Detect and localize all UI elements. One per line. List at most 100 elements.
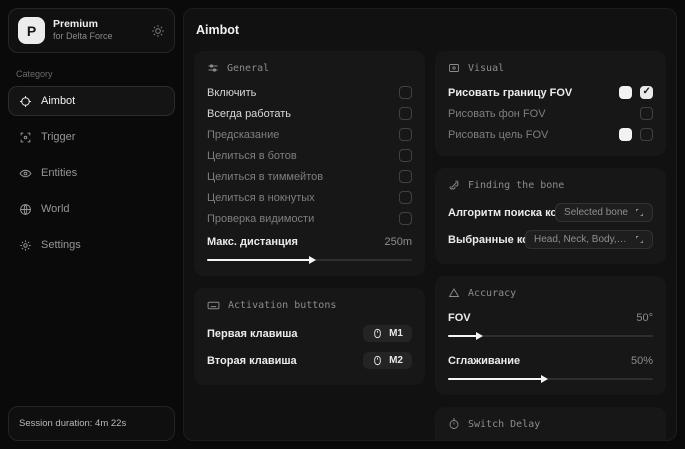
sidebar-item-world[interactable]: World [8,194,175,224]
mouse-icon [372,355,383,366]
slider-label: Макс. дистанция [207,236,298,248]
fov-border-color-swatch[interactable] [619,86,632,99]
card-switch-delay: Switch Delay Задержка переключения Задер… [435,407,666,441]
keybind-label: Первая клавиша [207,328,298,340]
slider-label: Сглаживание [448,355,520,367]
toggle-label: Целиться в тиммейтов [207,171,323,183]
left-column: General Включить Всегда работать Предска… [194,51,425,441]
card-bone-header: Finding the bone [448,179,653,191]
settings-gear-icon [19,239,32,252]
keybind-value: M1 [389,328,403,339]
keybind-label: Вторая клавиша [207,355,297,367]
toggle-label: Проверка видимости [207,213,314,225]
slider-label: FOV [448,312,471,324]
visual-row-fov-background: Рисовать фон FOV [448,103,653,124]
visual-row-fov-target: Рисовать цель FOV [448,124,653,145]
sidebar-item-settings[interactable]: Settings [8,230,175,260]
trigger-icon [19,131,32,144]
select-value: Head, Neck, Body, Pe.. [534,234,628,245]
slider-fill [207,259,310,261]
smoothing-slider[interactable] [448,374,653,384]
card-general-header: General [207,62,412,74]
toggle-row-enable: Включить [207,82,412,103]
card-activation-buttons: Activation buttons Первая клавиша M1 [194,288,425,385]
app-subtitle: for Delta Force [53,31,143,42]
sidebar-item-entities[interactable]: Entities [8,158,175,188]
toggle-label: Всегда работать [207,108,291,120]
bone-icon [448,179,460,191]
fov-target-checkbox[interactable] [640,128,653,141]
gear-icon[interactable] [151,24,165,38]
sidebar-item-label: Trigger [41,131,75,143]
expand-icon [635,235,644,244]
smoothing-row: Сглаживание 50% [448,350,653,371]
toggle-row-always-work: Всегда работать [207,103,412,124]
sidebar-item-label: Settings [41,239,81,251]
card-visual-header: Visual [448,62,653,74]
card-title: General [227,63,269,74]
card-title: Switch Delay [468,419,540,430]
sidebar-item-label: World [41,203,70,215]
fov-slider-block: FOV 50° [448,307,653,341]
select-value: Selected bone [564,207,628,218]
right-column: Visual Рисовать границу FOV Рисовать фон… [435,51,666,441]
app-logo: P [18,17,45,44]
toggle-row-prediction: Предсказание [207,124,412,145]
fov-slider[interactable] [448,331,653,341]
slider-thumb[interactable] [309,256,316,264]
bone-algorithm-select[interactable]: Selected bone [555,203,653,222]
max-distance-slider[interactable] [207,255,412,265]
app-title: Premium [53,18,143,31]
slider-thumb[interactable] [541,375,548,383]
second-key-button[interactable]: M2 [363,352,412,369]
fov-row: FOV 50° [448,307,653,328]
card-title: Activation buttons [228,300,336,311]
card-accuracy-header: Accuracy [448,287,653,299]
target-bots-checkbox[interactable] [399,149,412,162]
app-window: P Premium for Delta Force Category Aimbo… [0,0,685,449]
card-title: Finding the bone [468,180,564,191]
sidebar-item-aimbot[interactable]: Aimbot [8,86,175,116]
slider-value: 50° [636,312,653,324]
slider-thumb[interactable] [476,332,483,340]
smoothing-slider-block: Сглаживание 50% [448,350,653,384]
toggle-label: Включить [207,87,256,99]
visibility-check-checkbox[interactable] [399,212,412,225]
sidebar: P Premium for Delta Force Category Aimbo… [8,8,175,441]
app-title-wrap: Premium for Delta Force [53,18,143,42]
always-work-checkbox[interactable] [399,107,412,120]
accuracy-triangle-icon [448,287,460,299]
keyboard-icon [207,299,220,312]
toggle-label: Предсказание [207,129,279,141]
fov-target-color-swatch[interactable] [619,128,632,141]
card-visual: Visual Рисовать границу FOV Рисовать фон… [435,51,666,156]
slider-value: 50% [631,355,653,367]
fov-background-checkbox[interactable] [640,107,653,120]
fov-border-checkbox[interactable] [640,86,653,99]
enable-checkbox[interactable] [399,86,412,99]
visual-label: Рисовать границу FOV [448,87,572,99]
target-teammates-checkbox[interactable] [399,170,412,183]
sidebar-item-trigger[interactable]: Trigger [8,122,175,152]
visual-eye-icon [448,62,460,74]
sidebar-item-label: Entities [41,167,77,179]
toggle-label: Целиться в нокнутых [207,192,315,204]
card-finding-bone: Finding the bone Алгоритм поиска костей … [435,168,666,264]
toggle-row-target-teammates: Целиться в тиммейтов [207,166,412,187]
visual-controls [640,107,653,120]
bone-algorithm-row: Алгоритм поиска костей Selected bone [448,199,653,226]
max-distance-row: Макс. дистанция 250m [207,231,412,252]
target-knocked-checkbox[interactable] [399,191,412,204]
prediction-checkbox[interactable] [399,128,412,141]
card-title: Visual [468,63,504,74]
toggle-label: Целиться в ботов [207,150,297,162]
first-key-button[interactable]: M1 [363,325,412,342]
toggle-row-target-bots: Целиться в ботов [207,145,412,166]
keybind-row-first: Первая клавиша M1 [207,320,412,347]
entities-eye-icon [19,167,32,180]
switch-delay-toggle-row: Задержка переключения [448,438,653,441]
page-title: Aimbot [196,23,666,37]
selected-bones-select[interactable]: Head, Neck, Body, Pe.. [525,230,653,249]
selected-bones-label: Выбранные кости [448,234,525,246]
category-label: Category [16,69,167,79]
